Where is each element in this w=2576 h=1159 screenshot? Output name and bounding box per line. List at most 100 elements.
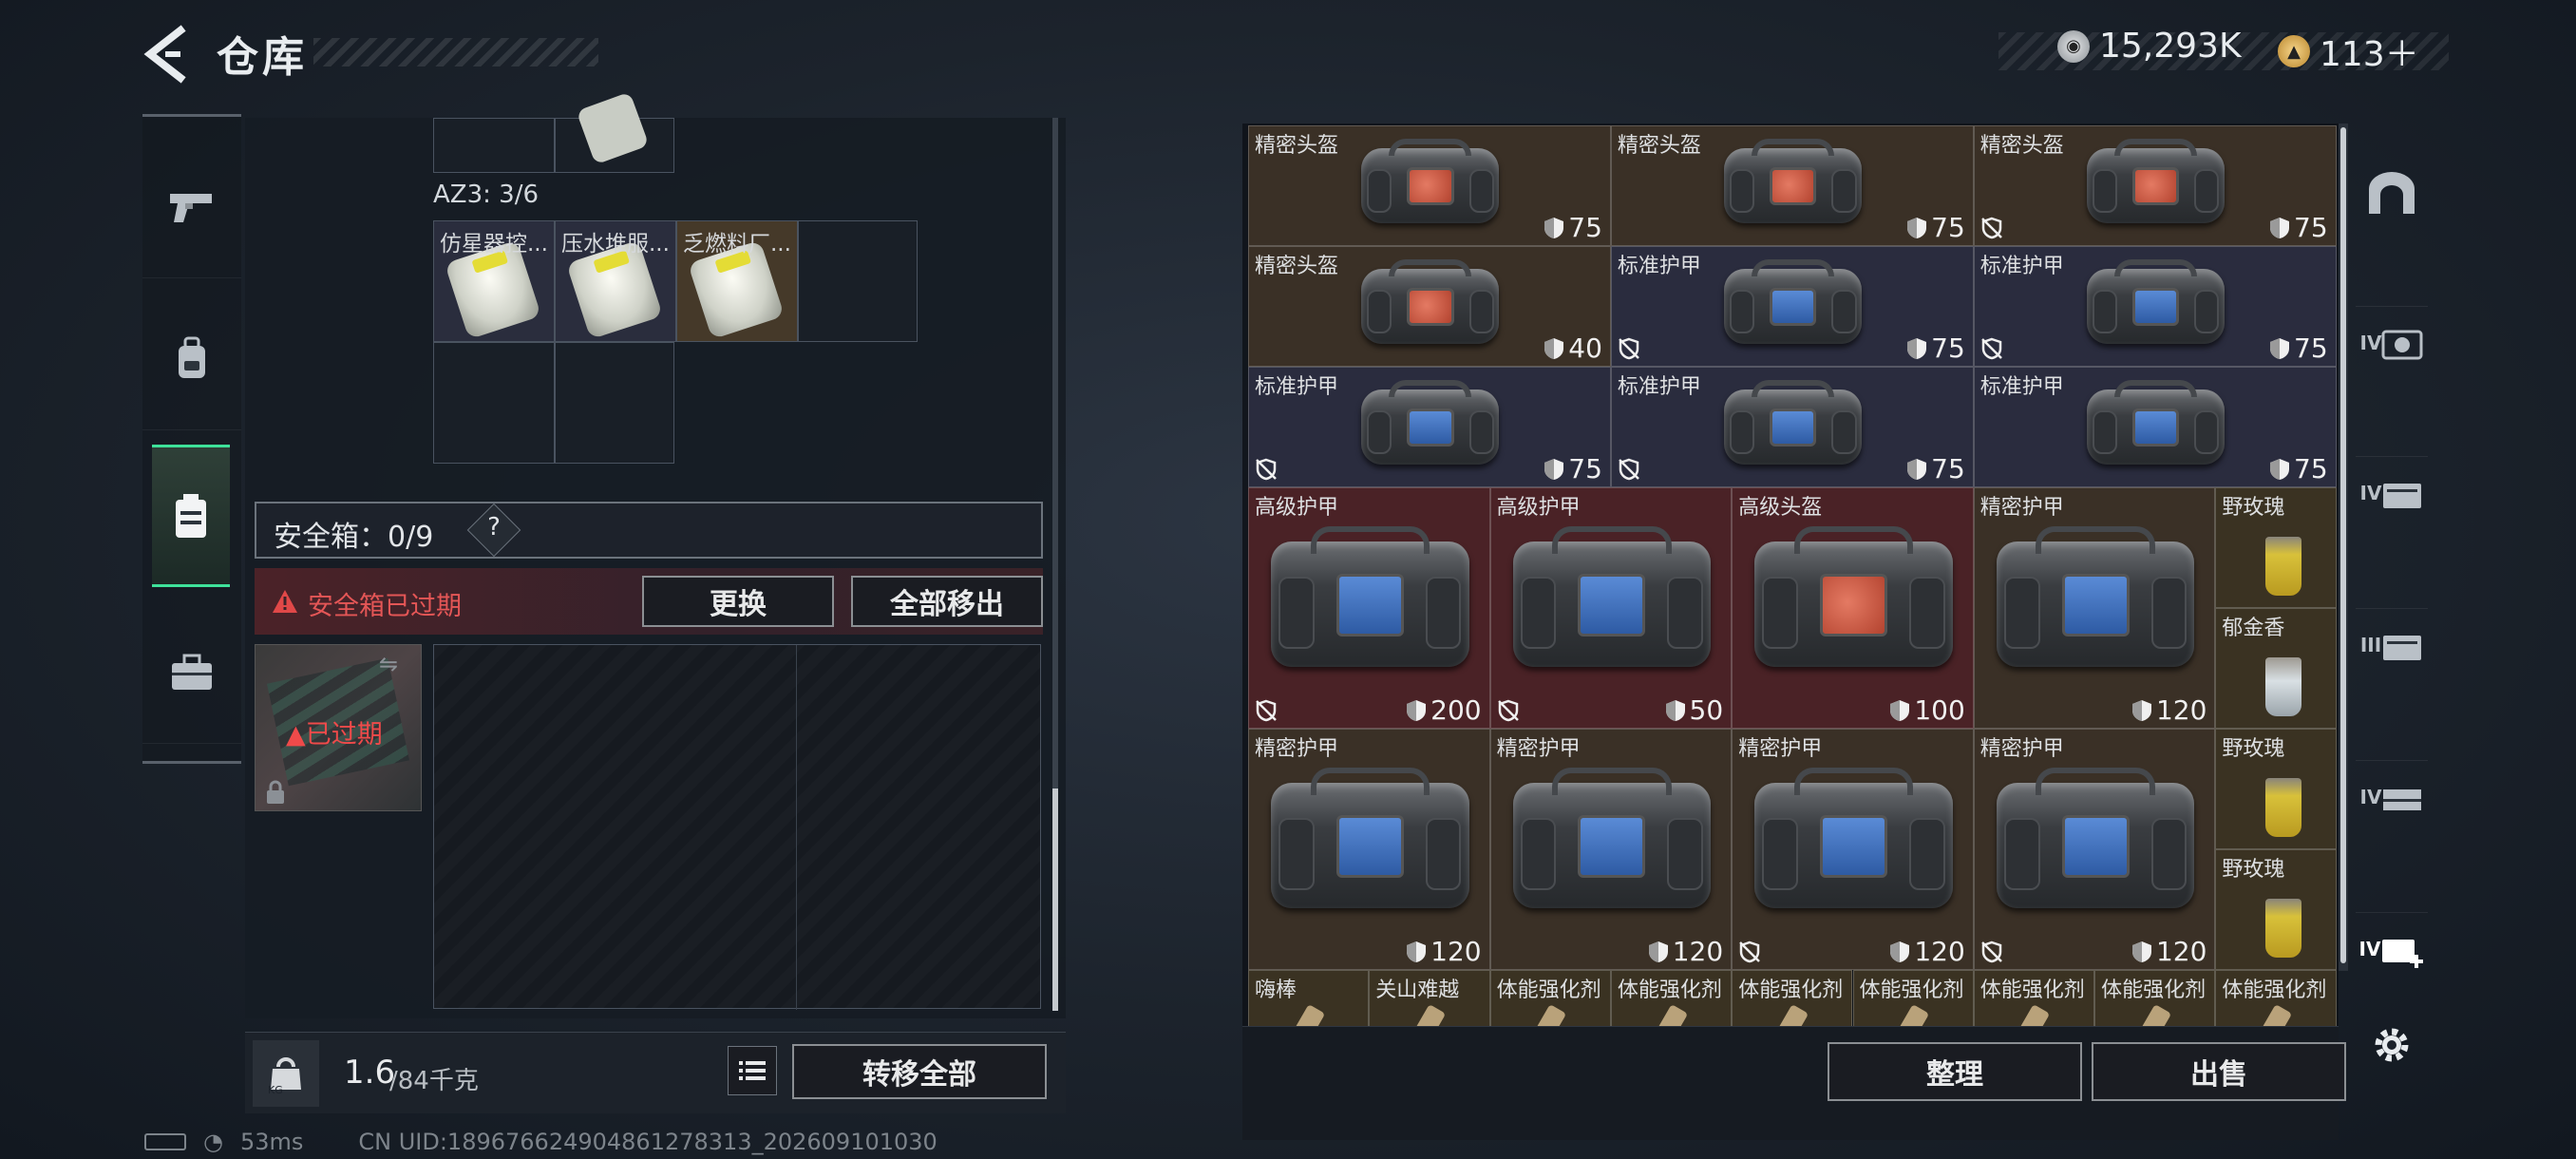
warehouse-item[interactable]: 标准护甲 75	[1610, 367, 1974, 487]
warehouse-item[interactable]: 精密头盔 75	[1248, 125, 1611, 246]
grid-cell[interactable]	[433, 118, 555, 173]
warehouse-item[interactable]: 嗨棒	[1248, 970, 1370, 1031]
durability: 120	[1406, 936, 1482, 967]
list-view-button[interactable]	[728, 1046, 777, 1095]
durability: 100	[1889, 694, 1965, 726]
durability-value: 50	[1689, 694, 1724, 726]
warehouse-item[interactable]: 体能强化剂	[1489, 970, 1611, 1031]
help-icon: ?	[487, 513, 501, 542]
durability-shield-icon	[1907, 458, 1927, 480]
rail-page-button[interactable]: IV	[2356, 456, 2428, 528]
item-name: 体能强化剂	[2222, 978, 2327, 1002]
warehouse-item[interactable]: 野玫瑰	[2215, 849, 2337, 970]
warehouse-page-rail: IV IV III IV IV	[2350, 124, 2435, 988]
item-name: 精密护甲	[1255, 737, 1339, 761]
warehouse-item[interactable]: 精密头盔 75	[1973, 125, 2337, 246]
warehouse-item[interactable]: 精密护甲 120	[1973, 487, 2216, 729]
warehouse-item[interactable]: 标准护甲 75	[1248, 367, 1611, 487]
add-warehouse-page-button[interactable]: IV	[2356, 912, 2428, 984]
rail-label: IV	[2358, 937, 2381, 960]
safebox-grid[interactable]	[433, 644, 1041, 1010]
item-cell[interactable]: 压水堆服...	[555, 220, 676, 342]
warehouse-item[interactable]: 精密护甲 120	[1248, 729, 1490, 970]
back-button[interactable]	[139, 25, 196, 84]
tab-weapons[interactable]	[142, 136, 241, 278]
item-name: 压水堆服...	[561, 232, 670, 256]
warehouse-item[interactable]: 体能强化剂	[2094, 970, 2216, 1031]
warehouse-item[interactable]: 标准护甲 75	[1973, 367, 2337, 487]
helmet-bag-image	[1361, 259, 1500, 344]
warehouse-item[interactable]: 郁金香	[2215, 608, 2337, 729]
durability: 75	[2269, 453, 2328, 484]
warehouse-item[interactable]: 体能强化剂	[2215, 970, 2337, 1031]
warehouse-item[interactable]: 关山难越	[1369, 970, 1490, 1031]
durability-shield-icon	[2131, 699, 2151, 721]
expired-tag: ▲已过期	[286, 720, 383, 750]
grid-cell[interactable]	[555, 91, 674, 173]
warehouse-item[interactable]: 精密护甲 120	[1732, 729, 1974, 970]
armor-bag-image	[1512, 526, 1712, 667]
warehouse-item[interactable]: 精密头盔 40	[1248, 246, 1611, 367]
warehouse-item[interactable]: 高级头盔 100	[1732, 487, 1974, 729]
armor-bag-image	[1724, 380, 1863, 465]
safebox-slot[interactable]: ▲已过期 ⇋	[255, 644, 422, 811]
warehouse-item[interactable]: 体能强化剂	[1610, 970, 1733, 1031]
item-name: 高级护甲	[1496, 496, 1581, 520]
item-name: 野玫瑰	[2222, 737, 2285, 761]
tab-safebox[interactable]	[152, 445, 230, 587]
durability-shield-icon	[1907, 217, 1927, 238]
gold-triangle-icon: ▲	[2278, 35, 2310, 67]
swap-icon[interactable]: ⇋	[379, 651, 398, 677]
durability: 75	[1544, 453, 1602, 484]
replace-button[interactable]: 更换	[642, 576, 834, 627]
warehouse-item[interactable]: 野玫瑰	[2215, 487, 2337, 608]
warehouse-item[interactable]: 体能强化剂	[1973, 970, 2095, 1031]
item-name: 标准护甲	[1617, 375, 1701, 399]
inventory-scrollbar[interactable]	[1052, 118, 1058, 1011]
item-name: 体能强化剂	[1979, 978, 2085, 1002]
warehouse-item[interactable]: 高级护甲 200	[1248, 487, 1490, 729]
warehouse-item[interactable]: 野玫瑰	[2215, 729, 2337, 849]
durability: 75	[2269, 332, 2328, 364]
rail-page-button[interactable]: IV	[2356, 760, 2428, 832]
grid-cell[interactable]	[433, 342, 555, 464]
item-cell[interactable]: 乏燃料厂...	[676, 220, 798, 342]
warehouse-item[interactable]: 高级护甲 50	[1489, 487, 1733, 729]
rail-page-button[interactable]: III	[2356, 608, 2428, 680]
move-all-out-button[interactable]: 全部移出	[851, 576, 1043, 627]
warehouse-home-button[interactable]	[2356, 156, 2428, 228]
safebox-expired-bar: 安全箱已过期 更换 全部移出	[255, 568, 1043, 635]
crate-icon	[2383, 788, 2422, 810]
tab-equipment[interactable]	[142, 288, 241, 430]
durability-shield-icon	[1907, 337, 1927, 359]
scrollbar-thumb[interactable]	[2340, 127, 2346, 963]
expired-warning-text: 安全箱已过期	[308, 592, 462, 621]
sell-button[interactable]: 出售	[2092, 1042, 2346, 1101]
settings-button[interactable]	[2369, 1022, 2415, 1068]
durability-shield-icon	[1665, 699, 1685, 721]
wifi-icon: ◔	[203, 1129, 223, 1155]
item-name: 精密护甲	[1496, 737, 1581, 761]
currency-silver[interactable]: ◉ 15,293K	[2057, 27, 2242, 66]
transfer-all-button[interactable]: 转移全部	[792, 1044, 1047, 1099]
item-cell[interactable]: 仿星器控...	[433, 220, 555, 342]
warehouse-item[interactable]: 精密头盔 75	[1610, 125, 1974, 246]
sort-button[interactable]: 整理	[1828, 1042, 2082, 1101]
helmet-bag-image	[1754, 526, 1953, 667]
warehouse-item[interactable]: 标准护甲 75	[1973, 246, 2337, 367]
warehouse-item[interactable]: 精密护甲 120	[1489, 729, 1733, 970]
tab-toolbox[interactable]	[142, 601, 241, 744]
warehouse-item[interactable]: 标准护甲 75	[1610, 246, 1974, 367]
warehouse-item[interactable]: 体能强化剂	[1732, 970, 1853, 1031]
currency-gold[interactable]: ▲ 113＋	[2278, 27, 2419, 76]
warehouse-item[interactable]: 体能强化剂	[1852, 970, 1974, 1031]
back-arrow-icon	[143, 25, 186, 84]
rail-label: III	[2359, 633, 2382, 656]
grid-cell[interactable]	[798, 220, 918, 342]
rail-page-button[interactable]: IV	[2356, 306, 2428, 378]
grid-cell[interactable]	[555, 342, 674, 464]
warehouse-item[interactable]: 精密护甲 120	[1973, 729, 2216, 970]
scrollbar-thumb[interactable]	[1052, 788, 1058, 1011]
broken-durability-icon	[1256, 458, 1277, 481]
warehouse-scrollbar[interactable]	[2339, 124, 2348, 971]
